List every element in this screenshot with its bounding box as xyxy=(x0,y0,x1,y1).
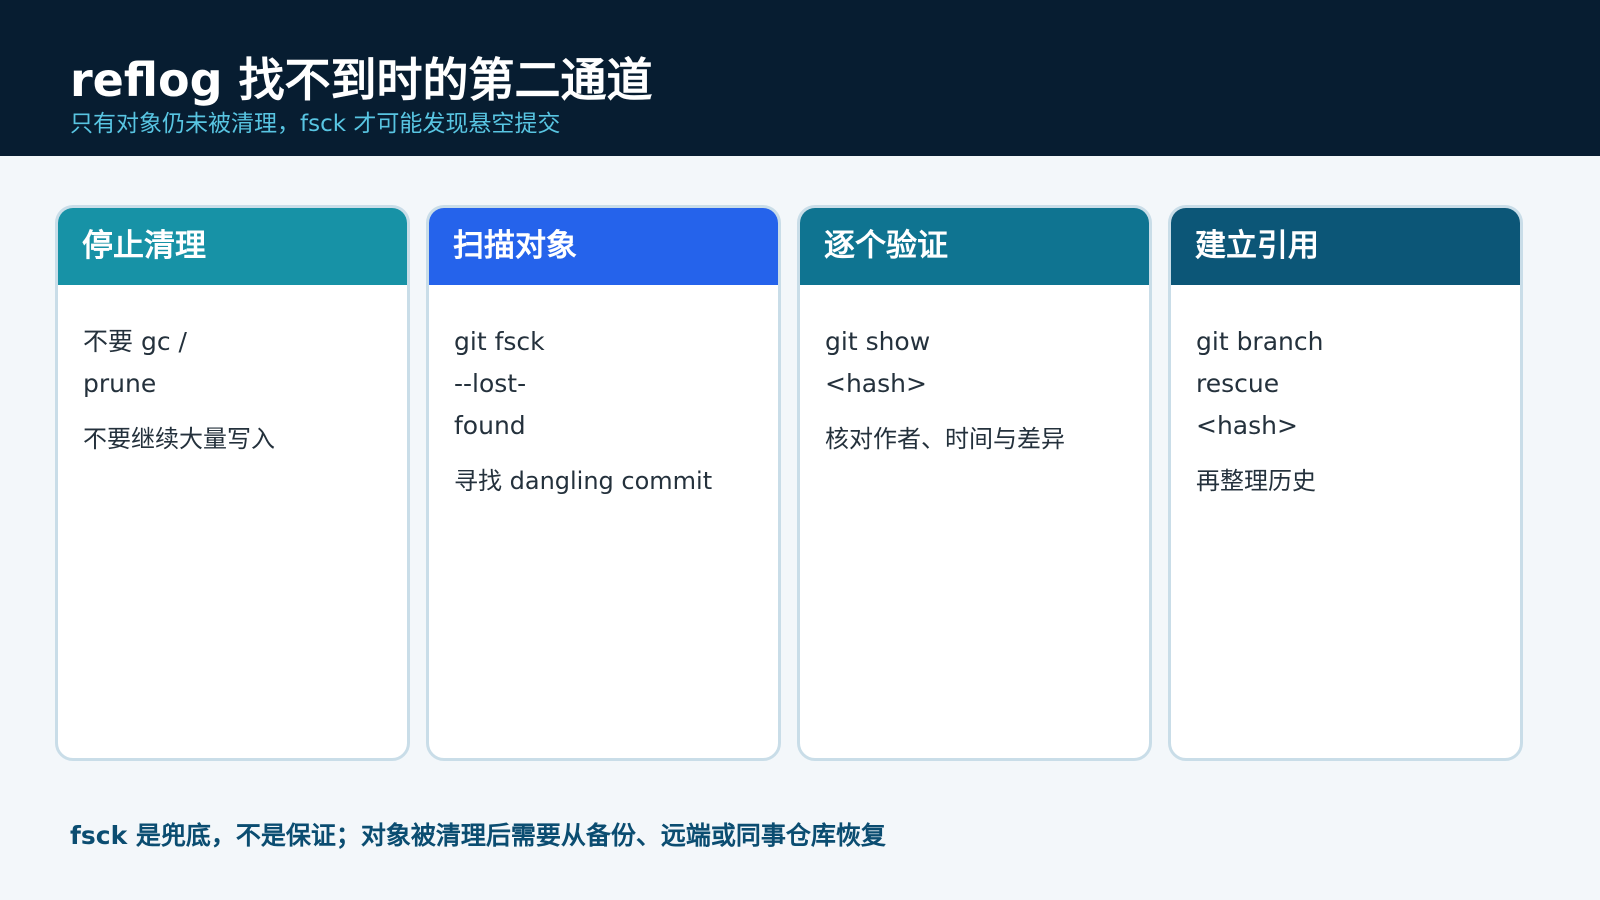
step-card-line: git branch xyxy=(1196,327,1324,356)
step-card-note: 寻找 dangling commit xyxy=(454,467,713,495)
step-card-create-reference: 建立引用 git branch rescue <hash> 再整理历史 xyxy=(1168,205,1523,761)
step-card-line: git fsck xyxy=(454,327,545,356)
step-card-note: 不要继续大量写入 xyxy=(83,425,275,453)
step-card-stop-cleanup: 停止清理 不要 gc / prune 不要继续大量写入 xyxy=(55,205,410,761)
step-card-body: git branch rescue <hash> 再整理历史 xyxy=(1171,285,1520,497)
step-card-title: 扫描对象 xyxy=(429,208,778,285)
step-card-line: <hash> xyxy=(825,369,927,398)
slide-title: reflog 找不到时的第二通道 xyxy=(70,53,653,107)
step-card-line: git show xyxy=(825,327,931,356)
slide-subtitle: 只有对象仍未被清理，fsck 才可能发现悬空提交 xyxy=(70,111,561,137)
step-card-title: 停止清理 xyxy=(58,208,407,285)
step-card-title: 逐个验证 xyxy=(800,208,1149,285)
step-card-scan-objects: 扫描对象 git fsck --lost- found 寻找 dangling … xyxy=(426,205,781,761)
slide-header: reflog 找不到时的第二通道 只有对象仍未被清理，fsck 才可能发现悬空提… xyxy=(0,0,1600,156)
step-card-title: 建立引用 xyxy=(1171,208,1520,285)
step-card-body: git show <hash> 核对作者、时间与差异 xyxy=(800,285,1149,455)
step-card-line: --lost- xyxy=(454,369,527,398)
step-card-line: <hash> xyxy=(1196,411,1298,440)
step-card-note: 核对作者、时间与差异 xyxy=(825,425,1065,453)
step-card-body: 不要 gc / prune 不要继续大量写入 xyxy=(58,285,407,455)
step-card-line: rescue xyxy=(1196,369,1280,398)
step-card-verify: 逐个验证 git show <hash> 核对作者、时间与差异 xyxy=(797,205,1152,761)
step-card-line: found xyxy=(454,411,526,440)
step-card-body: git fsck --lost- found 寻找 dangling commi… xyxy=(429,285,778,497)
step-card-note: 再整理历史 xyxy=(1196,467,1316,495)
footer-note: fsck 是兜底，不是保证；对象被清理后需要从备份、远端或同事仓库恢复 xyxy=(70,821,886,850)
step-card-line: 不要 gc / xyxy=(83,327,187,356)
step-card-line: prune xyxy=(83,369,157,398)
